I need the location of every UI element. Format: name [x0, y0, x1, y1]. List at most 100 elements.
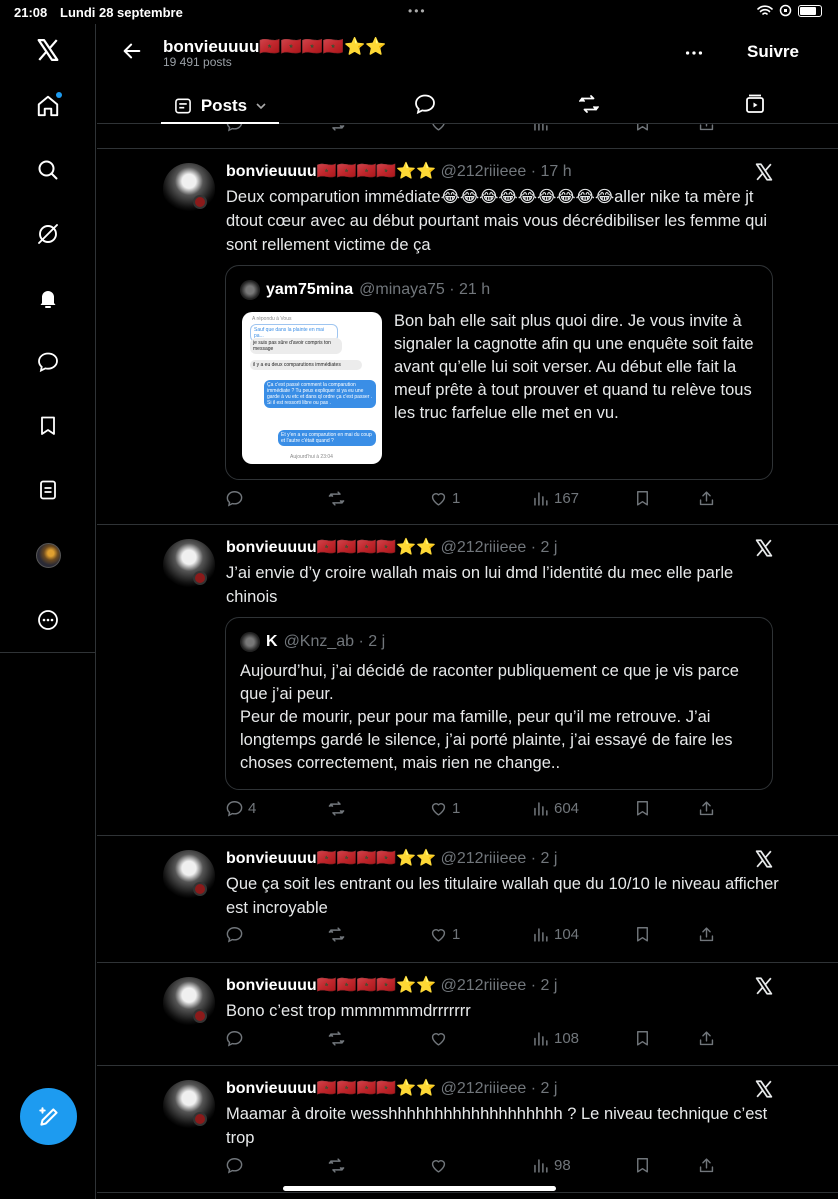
tab-posts[interactable]: Posts [161, 88, 279, 124]
status-bar: 21:08 Lundi 28 septembre ••• [0, 0, 838, 24]
bookmark-button[interactable] [633, 1156, 652, 1175]
x-logo-icon[interactable] [753, 161, 775, 183]
repost-button[interactable] [327, 1029, 350, 1048]
reply-tab-icon [413, 92, 437, 116]
reply-button[interactable] [225, 1029, 248, 1048]
quoted-tweet[interactable]: K @Knz_ab · 2 j Aujourd’hui, j’ai décidé… [225, 617, 773, 790]
reply-button[interactable] [225, 124, 244, 133]
x-logo-icon[interactable] [34, 36, 62, 64]
bookmark-icon[interactable] [34, 412, 62, 440]
like-button[interactable] [429, 1156, 452, 1175]
tweet[interactable]: bonvieuuuu🇲🇦🇲🇦🇲🇦🇲🇦⭐⭐ @212riiieee · 2 j B… [97, 963, 838, 1066]
more-options-button[interactable] [683, 42, 705, 64]
tweet-author[interactable]: bonvieuuuu🇲🇦🇲🇦🇲🇦🇲🇦⭐⭐ [226, 163, 436, 180]
x-logo-icon[interactable] [753, 975, 775, 997]
tweet-author[interactable]: bonvieuuuu🇲🇦🇲🇦🇲🇦🇲🇦⭐⭐ [226, 977, 436, 994]
views-button[interactable]: 98 [531, 1156, 571, 1175]
tweet-header: bonvieuuuu🇲🇦🇲🇦🇲🇦🇲🇦⭐⭐ @212riiieee · 2 j [226, 975, 557, 995]
reply-button[interactable]: 4 [225, 799, 256, 818]
home-indicator[interactable] [283, 1186, 556, 1191]
views-button[interactable]: 604 [531, 799, 579, 818]
views-icon [531, 124, 550, 133]
quoted-tweet[interactable]: yam75mina @minaya75 · 21 h A répondu à V… [225, 265, 773, 480]
repost-button[interactable] [327, 925, 350, 944]
tweet-text: J’ai envie d’y croire wallah mais on lui… [226, 564, 734, 606]
compose-button[interactable] [20, 1088, 77, 1145]
share-button[interactable] [697, 799, 716, 818]
like-button[interactable] [429, 124, 448, 133]
tweet-actions: 108 [225, 1029, 725, 1051]
reply-count: 4 [248, 800, 257, 817]
avatar[interactable] [163, 850, 215, 902]
repost-button[interactable] [327, 489, 350, 508]
tweet[interactable]: bonvieuuuu🇲🇦🇲🇦🇲🇦🇲🇦⭐⭐ @212riiieee · 2 j M… [97, 1066, 838, 1193]
status-icons [757, 4, 822, 17]
x-logo-icon[interactable] [753, 537, 775, 559]
avatar[interactable] [163, 977, 215, 1029]
tweet-author[interactable]: bonvieuuuu🇲🇦🇲🇦🇲🇦🇲🇦⭐⭐ [226, 1080, 436, 1097]
quote-image[interactable]: A répondu à Vous Sauf que dans la plaint… [242, 312, 382, 464]
avatar[interactable] [163, 163, 215, 215]
bookmark-button[interactable] [633, 799, 652, 818]
share-button[interactable] [697, 489, 716, 508]
views-button[interactable]: 108 [531, 1029, 579, 1048]
views-button[interactable]: 104 [531, 925, 579, 944]
view-count: 108 [554, 1030, 580, 1047]
tweet-meta: @212riiieee · 2 j [440, 1080, 558, 1097]
reply-button[interactable] [225, 489, 248, 508]
tweet[interactable]: bonvieuuuu🇲🇦🇲🇦🇲🇦🇲🇦⭐⭐ @212riiieee · 2 j J… [97, 525, 838, 836]
quote-avatar [240, 280, 260, 300]
quote-text-paragraph-1: Aujourd’hui, j’ai décidé de raconter pub… [240, 662, 739, 703]
list-icon[interactable] [34, 476, 62, 504]
bookmark-button[interactable] [633, 1029, 652, 1048]
image-footer: Aujourd'hui à 23:04 [290, 454, 333, 460]
repost-button[interactable] [327, 799, 350, 818]
views-icon [531, 799, 550, 818]
reply-button[interactable] [225, 925, 248, 944]
chevron-down-icon [256, 103, 266, 110]
reply-button[interactable] [225, 1156, 248, 1175]
bookmark-button[interactable] [633, 925, 652, 944]
media-tab-icon [746, 94, 764, 113]
like-count: 1 [452, 490, 461, 507]
bookmark-button[interactable] [633, 124, 652, 133]
multitask-dots[interactable]: ••• [408, 4, 427, 18]
grok-icon[interactable] [34, 220, 62, 248]
message-icon[interactable] [34, 348, 62, 376]
x-logo-icon[interactable] [753, 848, 775, 870]
repost-button[interactable] [327, 1156, 350, 1175]
bell-icon[interactable] [34, 284, 62, 312]
x-logo-icon[interactable] [753, 1078, 775, 1100]
tweet-author[interactable]: bonvieuuuu🇲🇦🇲🇦🇲🇦🇲🇦⭐⭐ [226, 850, 436, 867]
profile-avatar[interactable] [34, 541, 62, 569]
share-button[interactable] [697, 124, 716, 133]
tab-media[interactable] [743, 92, 767, 116]
prev-tweet-actions [225, 124, 725, 136]
back-button[interactable] [121, 40, 143, 62]
like-button[interactable] [429, 1029, 452, 1048]
views-icon [531, 1156, 550, 1175]
avatar[interactable] [163, 1080, 215, 1132]
repost-button[interactable] [327, 124, 346, 133]
share-button[interactable] [697, 1029, 716, 1048]
tweet[interactable]: bonvieuuuu🇲🇦🇲🇦🇲🇦🇲🇦⭐⭐ @212riiieee · 2 j Q… [97, 836, 838, 963]
reply-icon [225, 489, 244, 508]
share-button[interactable] [697, 925, 716, 944]
like-button[interactable]: 1 [429, 925, 460, 944]
like-button[interactable]: 1 [429, 799, 460, 818]
tab-replies[interactable] [413, 92, 437, 116]
search-icon[interactable] [34, 156, 62, 184]
like-button[interactable]: 1 [429, 489, 460, 508]
views-button[interactable]: 167 [531, 489, 579, 508]
more-circle-icon[interactable] [34, 606, 62, 634]
avatar[interactable] [163, 539, 215, 591]
views-button[interactable] [531, 124, 550, 133]
follow-button[interactable]: Suivre [747, 42, 799, 62]
tweet-author[interactable]: bonvieuuuu🇲🇦🇲🇦🇲🇦🇲🇦⭐⭐ [226, 539, 436, 556]
bookmark-button[interactable] [633, 489, 652, 508]
home-icon[interactable] [34, 92, 62, 120]
tweet[interactable]: bonvieuuuu🇲🇦🇲🇦🇲🇦🇲🇦⭐⭐ @212riiieee · 17 h … [97, 149, 838, 525]
share-button[interactable] [697, 1156, 716, 1175]
tab-reposts[interactable] [577, 92, 601, 116]
like-icon [429, 1156, 448, 1175]
